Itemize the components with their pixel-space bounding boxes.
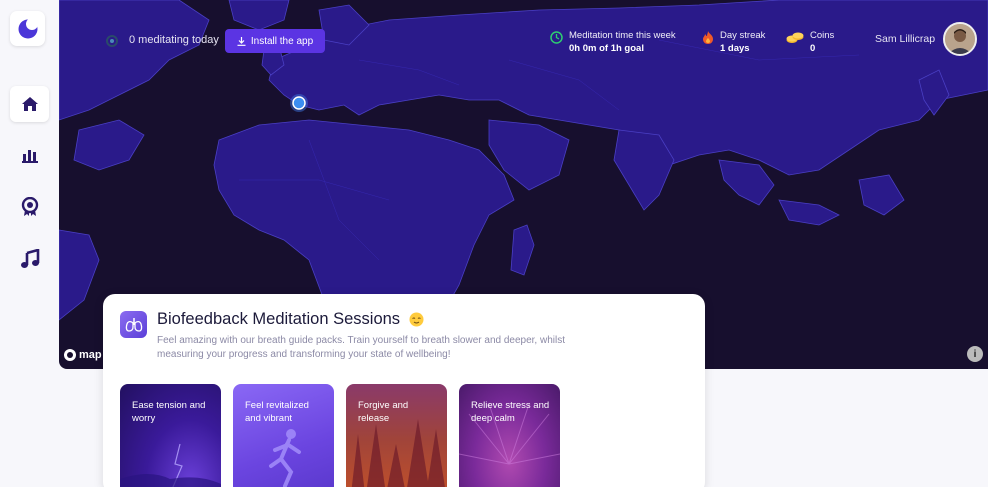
stat-coins: Coins 0 [786, 29, 834, 55]
stat-label: Day streak [720, 30, 766, 41]
sessions-card: Biofeedback Meditation Sessions Feel ama… [103, 294, 705, 487]
sidebar [0, 0, 59, 487]
tile-label: Forgive and release [358, 400, 409, 424]
meditating-count: 0 meditating today [129, 34, 219, 46]
location-marker-icon [292, 96, 306, 110]
map-info-button[interactable]: i [967, 346, 983, 362]
sidebar-item-home[interactable] [10, 86, 49, 122]
relieved-face-icon [409, 312, 424, 327]
app-logo[interactable] [10, 11, 45, 46]
session-tile-relieve-stress[interactable]: Relieve stress and deep calm [459, 384, 560, 487]
stat-value: 0 [810, 43, 816, 54]
stat-label: Meditation time this week [569, 30, 676, 41]
home-icon [21, 97, 38, 111]
coins-icon [786, 32, 804, 43]
session-tile-revitalized[interactable]: Feel revitalized and vibrant [233, 384, 334, 487]
stat-day-streak: Day streak 1 days [702, 29, 765, 55]
mapbox-logo-icon [64, 349, 76, 361]
clock-icon [550, 31, 563, 44]
music-icon [20, 249, 39, 268]
download-icon [237, 36, 246, 46]
mapbox-attribution[interactable]: map [64, 349, 102, 361]
card-title: Biofeedback Meditation Sessions [157, 310, 424, 329]
live-indicator-icon [106, 35, 118, 47]
stat-value: 0h 0m of 1h goal [569, 43, 644, 54]
tile-label: Relieve stress and deep calm [471, 400, 550, 424]
session-tile-forgive[interactable]: Forgive and release [346, 384, 447, 487]
avatar-photo [945, 24, 975, 54]
install-app-button[interactable]: Install the app [225, 29, 325, 53]
sidebar-item-music[interactable] [10, 241, 49, 277]
tile-label: Ease tension and worry [132, 400, 206, 424]
sidebar-item-achievements[interactable] [10, 189, 49, 225]
stat-value: 1 days [720, 43, 750, 54]
tile-label: Feel revitalized and vibrant [245, 400, 309, 424]
avatar[interactable] [943, 22, 977, 56]
stat-meditation-time: Meditation time this week 0h 0m of 1h go… [550, 29, 676, 55]
lungs-icon [120, 311, 147, 338]
app-root: map 0 meditating today Install the app M… [0, 0, 988, 487]
stat-label: Coins [810, 30, 835, 41]
bar-chart-icon [21, 150, 38, 163]
card-description: Feel amazing with our breath guide packs… [157, 335, 565, 360]
award-icon [21, 197, 38, 216]
sidebar-item-stats[interactable] [10, 137, 49, 173]
logo-icon [18, 17, 38, 38]
user-name[interactable]: Sam Lillicrap [875, 33, 935, 45]
session-tile-ease-tension[interactable]: Ease tension and worry [120, 384, 221, 487]
flame-icon [703, 31, 713, 44]
